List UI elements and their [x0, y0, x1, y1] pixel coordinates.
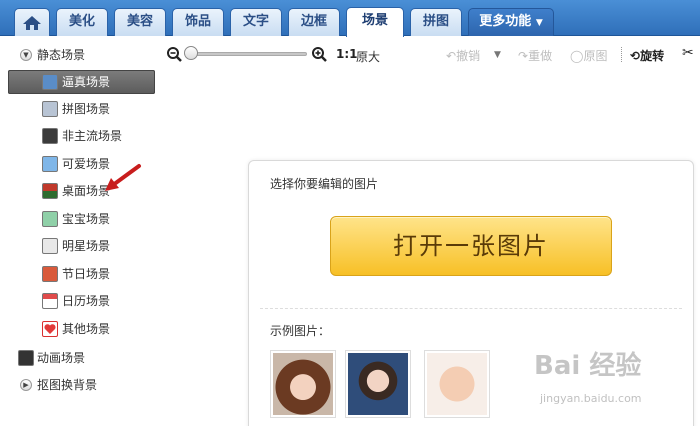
redo-icon: ↷: [518, 49, 529, 63]
example-photo-3: [427, 353, 487, 415]
tab-beautify[interactable]: 美化: [56, 8, 108, 36]
original-image-button[interactable]: ◯原图: [570, 47, 607, 64]
original-size-button[interactable]: 原大: [356, 48, 380, 65]
scene-item-realistic[interactable]: 逼真场景: [8, 70, 155, 94]
undo-dropdown-icon[interactable]: ▼: [494, 50, 501, 60]
edit-toolbar: [163, 36, 700, 76]
home-icon: [23, 16, 41, 30]
example-thumbnail-2[interactable]: [345, 350, 411, 418]
calendar-scene-icon: [42, 293, 58, 309]
tab-border[interactable]: 边框: [288, 8, 340, 36]
zoom-out-icon[interactable]: [166, 46, 182, 62]
scissors-icon[interactable]: ✂: [682, 45, 694, 61]
rotate-icon: ⟲: [630, 49, 641, 63]
scene-item-alternative[interactable]: 非主流场景: [8, 124, 155, 148]
open-image-button[interactable]: 打开一张图片: [330, 216, 612, 276]
dropdown-arrow-icon: ▼: [535, 18, 543, 28]
watermark-url: jingyan.baidu.com: [540, 392, 642, 405]
desktop-scene-icon: [42, 183, 58, 199]
tab-face[interactable]: 美容: [114, 8, 166, 36]
scene-item-star[interactable]: 明星场景: [8, 234, 155, 258]
toolbar-separator: [621, 47, 622, 62]
expand-toggle-icon[interactable]: ▶: [20, 379, 32, 391]
collage-scene-icon: [42, 101, 58, 117]
tab-scene[interactable]: 场景: [346, 7, 404, 37]
original-image-icon: ◯: [570, 49, 584, 63]
tab-collage[interactable]: 拼图: [410, 8, 462, 36]
scene-item-holiday[interactable]: 节日场景: [8, 262, 155, 286]
baidu-jingyan-watermark: Bai 经验: [534, 351, 642, 381]
group-cutout-background[interactable]: ▶ 抠图换背景: [0, 374, 163, 396]
animated-scene-icon: [18, 350, 34, 366]
example-images-title: 示例图片：: [270, 324, 331, 338]
scene-item-baby[interactable]: 宝宝场景: [8, 207, 155, 231]
tab-accessories[interactable]: 饰品: [172, 8, 224, 36]
example-thumbnail-3[interactable]: [424, 350, 490, 418]
holiday-scene-icon: [42, 266, 58, 282]
scene-item-calendar[interactable]: 日历场景: [8, 289, 155, 313]
rotate-button[interactable]: ⟲旋转: [630, 47, 664, 64]
scene-item-other[interactable]: 其他场景: [8, 317, 155, 341]
undo-button[interactable]: ↶撤销: [446, 47, 480, 64]
example-thumbnail-1[interactable]: [270, 350, 336, 418]
group-animated-scenes[interactable]: 动画场景: [0, 347, 163, 369]
choose-image-title: 选择你要编辑的图片: [270, 177, 379, 191]
ratio-button[interactable]: 1:1: [336, 47, 358, 61]
example-photo-2: [348, 353, 408, 415]
cute-scene-icon: [42, 156, 58, 172]
zoom-slider-thumb[interactable]: [184, 46, 198, 60]
tab-more-features[interactable]: 更多功能 ▼: [468, 8, 554, 36]
panel-divider: [260, 308, 682, 309]
tab-text[interactable]: 文字: [230, 8, 282, 36]
scene-sidebar: ▼ 静态场景 逼真场景 拼图场景 非主流场景 可爱场景 桌面场景 宝宝场景 明星…: [0, 36, 163, 426]
collapse-toggle-icon[interactable]: ▼: [20, 49, 32, 61]
undo-icon: ↶: [446, 49, 457, 63]
alternative-scene-icon: [42, 128, 58, 144]
zoom-in-icon[interactable]: [311, 46, 327, 62]
scene-item-collage[interactable]: 拼图场景: [8, 97, 155, 121]
baby-scene-icon: [42, 211, 58, 227]
realistic-scene-icon: [42, 74, 58, 90]
group-static-scenes[interactable]: ▼ 静态场景: [0, 44, 163, 66]
red-arrow-annotation: [105, 164, 141, 191]
example-photo-1: [273, 353, 333, 415]
zoom-slider[interactable]: [185, 52, 307, 56]
tab-home[interactable]: [14, 8, 50, 36]
star-scene-icon: [42, 238, 58, 254]
redo-button[interactable]: ↷重做: [518, 47, 552, 64]
heart-scene-icon: [42, 321, 58, 337]
